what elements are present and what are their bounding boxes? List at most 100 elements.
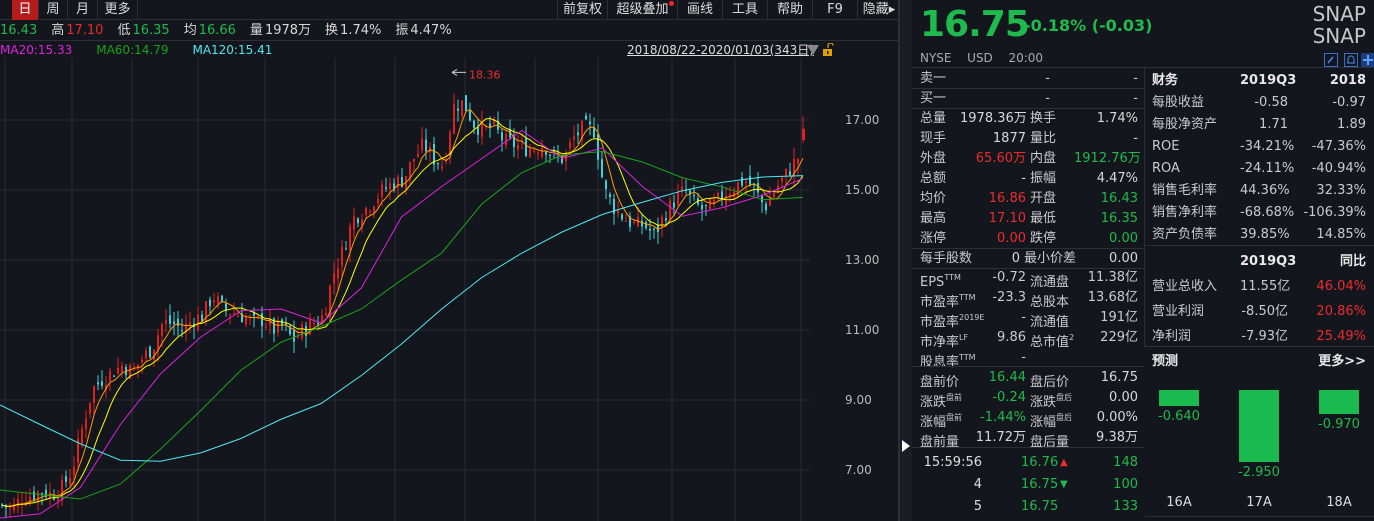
finance-row: 每股收益 -0.58 -0.97 xyxy=(1152,92,1366,114)
exchange: NYSE xyxy=(920,51,952,65)
candle-body xyxy=(577,132,579,136)
quote-label: 高 xyxy=(51,23,65,38)
candle-body xyxy=(337,268,339,279)
candlestick-chart[interactable]: 17.00 15.00 13.00 11.00 9.00 7.00 18.36 xyxy=(0,58,900,521)
stat-value: 1877 xyxy=(992,131,1026,146)
panel-collapse-bar[interactable] xyxy=(900,0,912,521)
extended-value: 9.38万 xyxy=(1096,430,1138,445)
candle-body xyxy=(673,202,675,208)
candle-body xyxy=(81,428,83,444)
candle-body xyxy=(409,161,411,178)
toolbar-button-label: 隐藏▸ xyxy=(862,2,896,17)
candle-body xyxy=(325,313,327,316)
candle-body xyxy=(549,154,551,156)
tab-period-1[interactable]: 周 xyxy=(39,0,68,20)
edit-icon[interactable] xyxy=(1324,53,1338,67)
candle-body xyxy=(265,326,267,328)
cell-value: -7.93亿 xyxy=(1241,329,1288,344)
quote-label: 振 xyxy=(395,23,409,38)
candle-body xyxy=(385,187,387,189)
quote-value: 1.74% xyxy=(340,23,382,38)
forecast-eps-bar xyxy=(1319,390,1359,414)
candle-body xyxy=(533,150,535,152)
candle-body xyxy=(649,228,651,231)
label-superscript: 盘后 xyxy=(1056,413,1073,422)
cell-value: -0.58 xyxy=(1254,95,1288,110)
candle-body xyxy=(745,181,747,184)
candle-body xyxy=(749,176,751,186)
stat-label: 均价 xyxy=(920,191,947,206)
valuation-row: 股息率TTM - xyxy=(920,348,1138,370)
candle-body xyxy=(625,220,627,222)
candle-body xyxy=(573,136,575,140)
quote-panel: 16.75 -0.18% (-0.03) SNAP SNAP NYSE USD … xyxy=(912,0,1374,521)
tab-period-2[interactable]: 月 xyxy=(68,0,98,20)
candle-body xyxy=(661,216,663,228)
cell-value: 25.49% xyxy=(1316,329,1366,344)
row-label: 营业利润 xyxy=(1152,304,1205,319)
cell-value: -106.39% xyxy=(1303,205,1366,220)
divider xyxy=(1144,67,1145,347)
order-price: - xyxy=(1045,71,1050,86)
toolbar-button-label: 超级叠加 xyxy=(616,2,669,17)
toolbar-button-2[interactable]: 画线 xyxy=(677,0,722,20)
candle-body xyxy=(93,386,95,404)
stat-row: 涨停 0.00 跌停 0.00 xyxy=(920,229,1138,249)
candle-body xyxy=(317,322,319,325)
add-watchlist-icon[interactable] xyxy=(1361,53,1374,67)
cell-value: -8.50亿 xyxy=(1241,304,1288,319)
candle-body xyxy=(505,133,507,146)
label-superscript: TTM xyxy=(944,273,961,282)
stat-label: 换手 xyxy=(1030,111,1057,126)
quote-value: 16.43 xyxy=(0,23,38,38)
y-tick-label: 11.00 xyxy=(845,323,879,337)
toolbar-button-label: 前复权 xyxy=(562,2,602,17)
toolbar-button-5[interactable]: F9 xyxy=(812,0,857,20)
toolbar-button-3[interactable]: 工具 xyxy=(722,0,767,20)
valuation-row: 市盈率2019E - 流通值 191亿 xyxy=(920,308,1138,330)
candle-body xyxy=(209,299,211,307)
toolbar-button-0[interactable]: 前复权 xyxy=(557,0,607,20)
divider xyxy=(1145,516,1374,517)
cell-value: 46.04% xyxy=(1316,279,1366,294)
expand-arrow-icon[interactable] xyxy=(902,440,910,452)
forecast-year: 18A xyxy=(1326,495,1352,510)
alert-bell-icon[interactable] xyxy=(1344,53,1358,67)
candle-body xyxy=(65,476,67,482)
candle-body xyxy=(669,200,671,220)
stat-label: 涨停 xyxy=(920,231,947,246)
row-label: 销售毛利率 xyxy=(1152,183,1218,198)
quote-label: 均 xyxy=(183,23,197,38)
row-label: 资产负债率 xyxy=(1152,227,1218,242)
toolbar-button-4[interactable]: 帮助 xyxy=(767,0,812,20)
candle-body xyxy=(341,246,343,266)
candle-body xyxy=(437,163,439,165)
tick-time: 15:59:56 xyxy=(923,455,982,470)
cell-value: 1.71 xyxy=(1259,117,1288,132)
toolbar-button-label: F9 xyxy=(827,2,843,17)
toolbar-button-6[interactable]: 隐藏▸ xyxy=(857,0,900,20)
tab-period-3[interactable]: 更多 xyxy=(98,0,138,20)
forecast-eps-value: -0.970 xyxy=(1318,416,1360,432)
toolbar-button-1[interactable]: 超级叠加 xyxy=(607,0,677,20)
candle-body xyxy=(741,177,743,186)
candle-body xyxy=(349,226,351,251)
stat-value: 17.10 xyxy=(988,211,1026,226)
forecast-more-link[interactable]: 更多>> xyxy=(1318,350,1366,369)
column-header: 2019Q3 xyxy=(1240,73,1297,88)
cell-value: -47.36% xyxy=(1311,139,1366,154)
finance-row: ROE -34.21% -47.36% xyxy=(1152,136,1366,158)
stat-row: 最高 17.10 最低 16.35 xyxy=(920,209,1138,229)
dropdown-triangle-icon[interactable] xyxy=(807,45,819,55)
last-price: 16.75 xyxy=(920,4,1030,45)
candle-body xyxy=(145,350,147,359)
tick-volume: 100 xyxy=(1113,477,1138,492)
date-range-link[interactable]: 2018/08/22-2020/01/03(343日) xyxy=(627,42,814,58)
stat-label: 每手股数 xyxy=(920,251,973,266)
peak-price-label: 18.36 xyxy=(469,68,501,81)
candle-body xyxy=(225,303,227,311)
candle-body xyxy=(181,330,183,332)
tab-period-0[interactable]: 日 xyxy=(12,0,39,20)
lock-icon[interactable] xyxy=(822,43,834,57)
stat-row: 均价 16.86 开盘 16.43 xyxy=(920,189,1138,209)
